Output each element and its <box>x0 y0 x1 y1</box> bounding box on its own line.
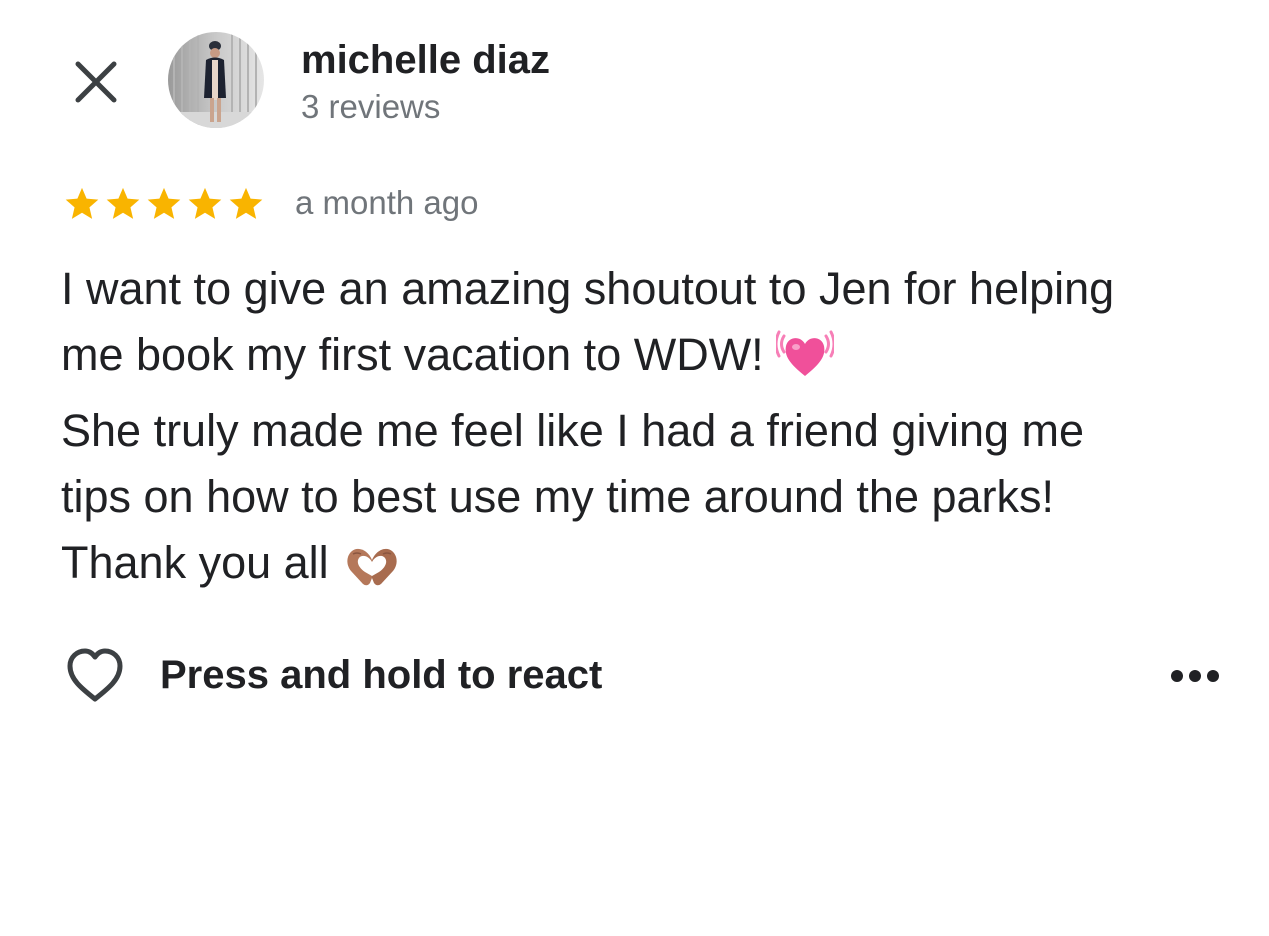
star-rating <box>62 185 266 223</box>
react-label: Press and hold to react <box>160 653 603 697</box>
review-timestamp: a month ago <box>295 184 479 221</box>
user-photo <box>168 32 264 128</box>
review-text-line: me book my first vacation to WDW! <box>61 322 1241 398</box>
close-icon <box>75 61 117 103</box>
review-text-line: Thank you all <box>61 530 1241 606</box>
star-icon <box>229 187 263 219</box>
review-text-line: tips on how to best use my time around t… <box>61 471 1055 522</box>
review-text: I want to give an amazing shoutout to Je… <box>61 256 1241 606</box>
beating-heart-emoji <box>774 322 836 398</box>
react-button[interactable]: Press and hold to react <box>64 644 602 706</box>
review-text-line: I want to give an amazing shoutout to Je… <box>61 263 1115 314</box>
more-horizontal-icon <box>1171 670 1219 682</box>
review-text-segment: me book my first vacation to WDW! <box>61 329 764 380</box>
review-text-segment: Thank you all <box>61 537 329 588</box>
star-icon <box>147 187 181 219</box>
heart-hands-emoji <box>341 540 403 606</box>
star-icon <box>65 187 99 219</box>
close-button[interactable] <box>66 52 126 112</box>
star-icon <box>188 187 222 219</box>
heart-outline-icon <box>67 648 123 702</box>
review-text-line: She truly made me feel like I had a frie… <box>61 405 1085 456</box>
author-name[interactable]: michelle diaz <box>301 38 550 82</box>
review-count: 3 reviews <box>301 88 441 125</box>
more-options-button[interactable] <box>1162 654 1228 698</box>
star-icon <box>106 187 140 219</box>
avatar[interactable] <box>168 32 264 128</box>
